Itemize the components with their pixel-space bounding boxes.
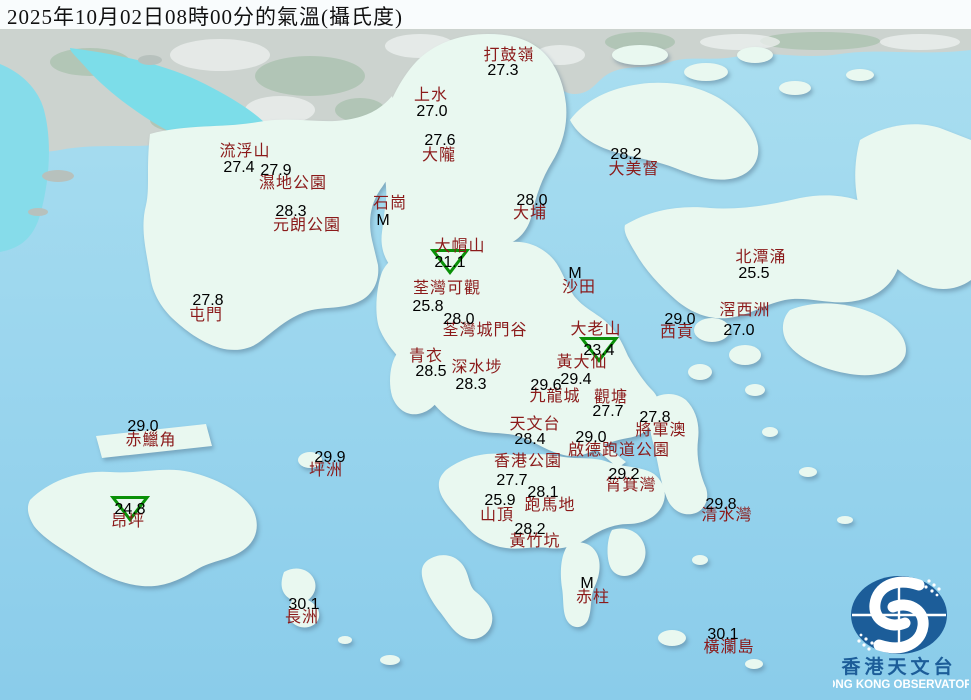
station-temp: 28.0 — [443, 312, 474, 328]
station-temp: 29.9 — [314, 450, 345, 466]
station-temp: 28.2 — [610, 147, 641, 163]
station-temp: M — [580, 576, 593, 592]
station-label: 流浮山 — [219, 144, 270, 160]
station-temp: 27.8 — [192, 293, 223, 309]
station-temp: 27.4 — [223, 160, 254, 176]
hko-logo: 香港天文台 HONG KONG OBSERVATORY — [833, 547, 969, 698]
temperature-map-page: 2025年10月02日08時00分的氣溫(攝氏度) 打鼓嶺27.3上水27.0大… — [0, 0, 971, 700]
station-temp: 27.0 — [416, 104, 447, 120]
station-temp: 27.9 — [260, 163, 291, 179]
station-label: 赤鱲角 — [125, 433, 176, 449]
hko-logo-emblem — [851, 576, 947, 654]
station-temp: M — [568, 266, 581, 282]
station-label: 沙田 — [562, 280, 596, 296]
station-label: 屯門 — [189, 308, 223, 324]
page-title: 2025年10月02日08時00分的氣溫(攝氏度) — [7, 1, 403, 31]
station-label: 深水埗 — [451, 360, 502, 376]
station-temp: 27.8 — [639, 410, 670, 426]
station-label: 大老山 — [570, 322, 621, 338]
station-label: 大美督 — [608, 162, 659, 178]
hko-logo-name-en: HONG KONG OBSERVATORY — [833, 679, 969, 691]
station-temp: 29.4 — [560, 372, 591, 388]
station-temp: 27.7 — [592, 404, 623, 420]
station-temp: 25.9 — [484, 493, 515, 509]
station-temp: 27.0 — [723, 323, 754, 339]
hko-logo-name-zh: 香港天文台 — [840, 655, 956, 678]
hong-kong-map — [0, 0, 971, 700]
station-temp: 28.3 — [455, 377, 486, 393]
station-temp: 23.4 — [583, 343, 614, 359]
station-label: 北潭涌 — [735, 250, 786, 266]
station-label: 赤柱 — [576, 590, 610, 606]
station-temp: 27.7 — [496, 473, 527, 489]
station-temp: 29.8 — [705, 497, 736, 513]
station-temp: M — [376, 213, 389, 229]
station-temp: 28.4 — [514, 432, 545, 448]
station-temp: 29.0 — [664, 312, 695, 328]
station-temp: 30.1 — [288, 597, 319, 613]
station-label: 滘西洲 — [719, 303, 770, 319]
station-temp: 27.3 — [487, 63, 518, 79]
station-temp: 25.5 — [738, 266, 769, 282]
station-temp: 30.1 — [707, 627, 738, 643]
station-temp: 29.0 — [127, 419, 158, 435]
station-temp: 29.6 — [530, 378, 561, 394]
station-temp: 28.3 — [275, 204, 306, 220]
station-label: 元朗公園 — [273, 218, 341, 234]
station-temp: 28.1 — [527, 485, 558, 501]
station-temp: 28.2 — [514, 522, 545, 538]
station-label: 石崗 — [373, 196, 407, 212]
station-temp: 27.6 — [424, 133, 455, 149]
station-label: 上水 — [414, 88, 448, 104]
station-label: 大隴 — [422, 148, 456, 164]
station-temp: 25.8 — [412, 299, 443, 315]
station-label: 大帽山 — [434, 239, 485, 255]
station-temp: 24.8 — [114, 502, 145, 518]
station-temp: 28.0 — [516, 193, 547, 209]
station-temp: 29.2 — [608, 467, 639, 483]
station-label: 香港公園 — [494, 454, 562, 470]
station-label: 荃灣可觀 — [413, 281, 481, 297]
station-label: 山頂 — [480, 508, 514, 524]
station-temp: 29.0 — [575, 430, 606, 446]
station-temp: 21.1 — [434, 255, 465, 271]
station-temp: 28.5 — [415, 364, 446, 380]
